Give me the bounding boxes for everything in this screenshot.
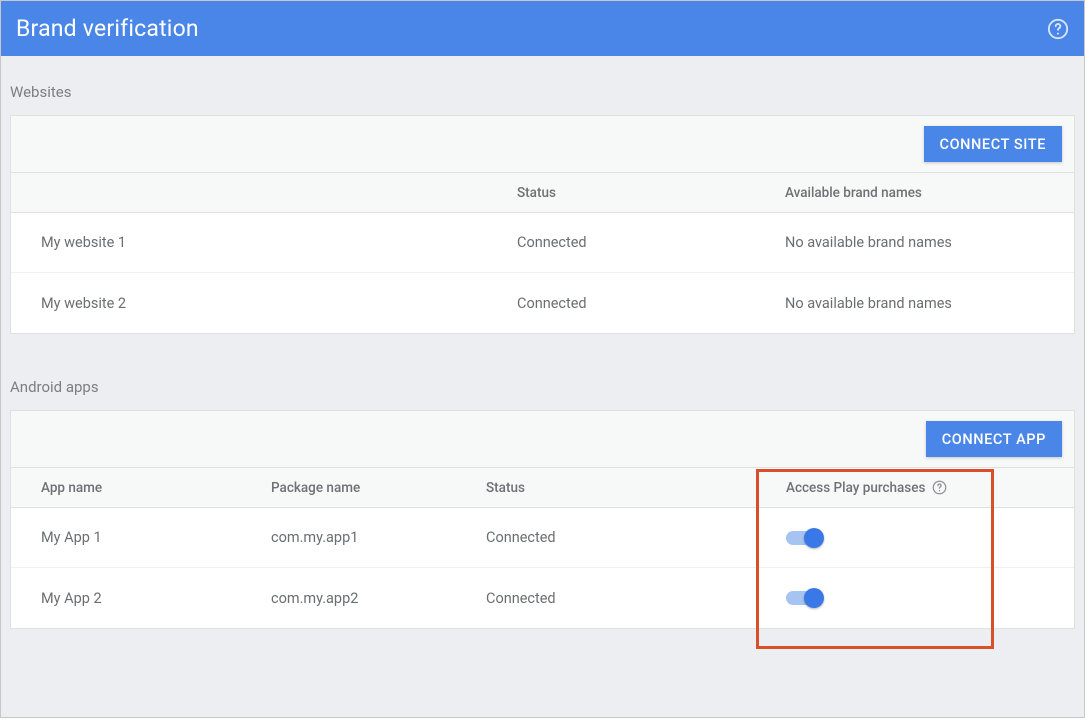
- header-bar: Brand verification: [1, 1, 1084, 56]
- table-row: My App 2 com.my.app2 Connected: [11, 568, 1074, 628]
- connect-site-button[interactable]: CONNECT SITE: [924, 126, 1063, 162]
- websites-section: Websites CONNECT SITE Status Available b…: [1, 56, 1084, 334]
- website-status: Connected: [517, 234, 785, 251]
- table-row: My website 1 Connected No available bran…: [11, 213, 1074, 273]
- access-toggle[interactable]: [786, 528, 822, 548]
- app-access-cell: [786, 528, 1074, 548]
- app-status: Connected: [486, 590, 786, 607]
- apps-card-actions: CONNECT APP: [11, 411, 1074, 468]
- apps-table-head: App name Package name Status Access Play…: [11, 468, 1074, 508]
- apps-col-access: Access Play purchases: [786, 480, 1074, 496]
- websites-table-head: Status Available brand names: [11, 173, 1074, 213]
- websites-col-brand: Available brand names: [785, 185, 1074, 201]
- apps-col-access-label: Access Play purchases: [786, 480, 925, 496]
- page-title: Brand verification: [16, 15, 199, 42]
- connect-app-button[interactable]: CONNECT APP: [926, 421, 1062, 457]
- website-status: Connected: [517, 295, 785, 312]
- app-package: com.my.app2: [271, 590, 486, 607]
- website-brand: No available brand names: [785, 295, 1074, 312]
- app-status: Connected: [486, 529, 786, 546]
- apps-section: Android apps CONNECT APP App name Packag…: [1, 364, 1084, 629]
- apps-col-status: Status: [486, 480, 786, 496]
- website-name: My website 1: [11, 234, 517, 251]
- websites-section-title: Websites: [10, 69, 1075, 115]
- app-package: com.my.app1: [271, 529, 486, 546]
- table-row: My website 2 Connected No available bran…: [11, 273, 1074, 333]
- help-icon[interactable]: [931, 480, 947, 496]
- access-toggle[interactable]: [786, 588, 822, 608]
- apps-card: CONNECT APP App name Package name Status…: [10, 410, 1075, 629]
- websites-card: CONNECT SITE Status Available brand name…: [10, 115, 1075, 334]
- app-name: My App 1: [11, 529, 271, 546]
- website-name: My website 2: [11, 295, 517, 312]
- websites-col-status: Status: [517, 185, 785, 201]
- help-icon[interactable]: [1047, 18, 1069, 40]
- apps-col-pkg: Package name: [271, 480, 486, 496]
- apps-section-title: Android apps: [10, 364, 1075, 410]
- website-brand: No available brand names: [785, 234, 1074, 251]
- table-row: My App 1 com.my.app1 Connected: [11, 508, 1074, 568]
- app-name: My App 2: [11, 590, 271, 607]
- app-access-cell: [786, 588, 1074, 608]
- apps-col-app: App name: [11, 480, 271, 496]
- websites-card-actions: CONNECT SITE: [11, 116, 1074, 173]
